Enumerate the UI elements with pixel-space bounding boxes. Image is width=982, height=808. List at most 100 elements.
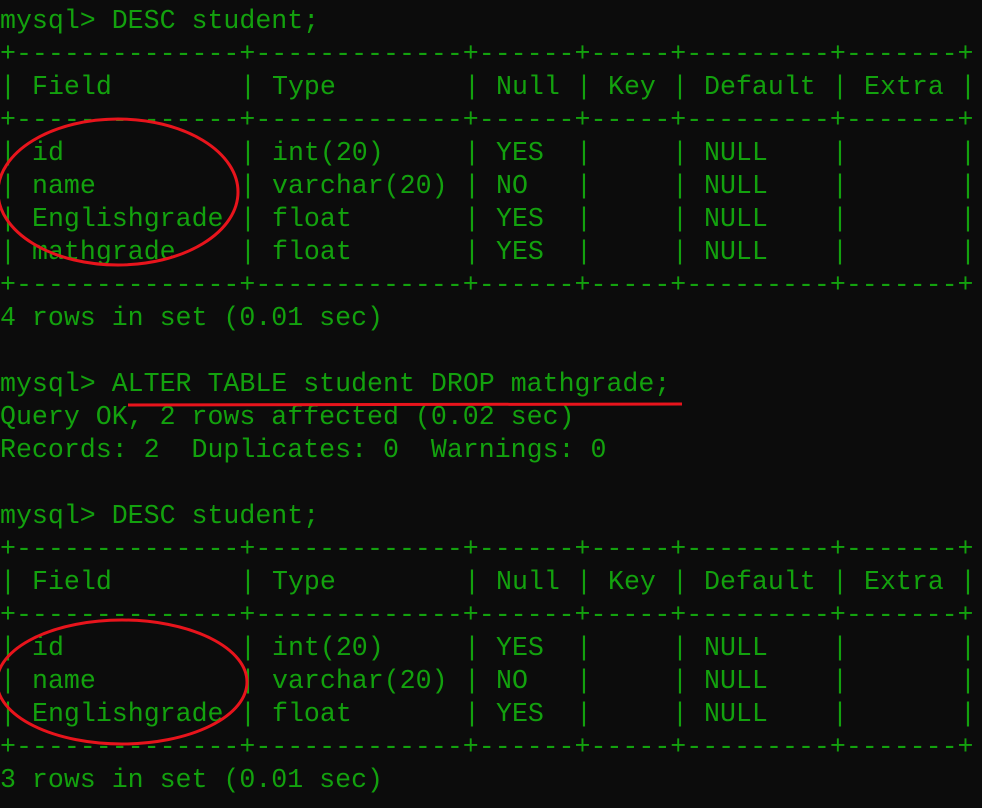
column-separator: | [240,171,256,201]
table-cell: NULL [704,633,768,663]
column-separator: | [240,204,256,234]
table-cell: Englishgrade [32,204,224,234]
column-separator: | [672,237,688,267]
table-cell: YES [496,138,544,168]
column-separator: | [960,204,976,234]
prompt: mysql> [0,501,112,531]
command-line: mysql> ALTER TABLE student DROP mathgrad… [0,368,982,401]
column-separator: | [832,138,848,168]
column-separator: | [672,138,688,168]
column-separator: | [832,204,848,234]
output-line: Query OK, 2 rows affected (0.02 sec) [0,402,575,432]
column-separator: | [464,699,480,729]
table-cell: varchar(20) [272,171,448,201]
table-cell: Field [32,567,112,597]
column-separator: | [960,171,976,201]
column-separator: | [464,72,480,102]
table-cell: Type [272,567,336,597]
column-separator: | [0,567,16,597]
table-border: +--------------+-------------+------+---… [0,39,974,69]
table-cell: name [32,666,96,696]
table-cell: Key [608,72,656,102]
column-separator: | [576,633,592,663]
column-separator: | [832,633,848,663]
column-separator: | [960,666,976,696]
table-cell: NULL [704,237,768,267]
column-separator: | [240,666,256,696]
table-cell: NULL [704,666,768,696]
table-border: +--------------+-------------+------+---… [0,600,974,630]
column-separator: | [464,237,480,267]
table-cell: int(20) [272,633,384,663]
column-separator: | [960,237,976,267]
column-separator: | [576,666,592,696]
table-row: | | | | | | | mathgrade float YES NULL [0,236,982,269]
column-separator: | [0,72,16,102]
table-row: | | | | | | | name varchar(20) NO NULL [0,170,982,203]
table-cell: YES [496,633,544,663]
table-cell: Key [608,567,656,597]
column-separator: | [464,204,480,234]
table-border: +--------------+-------------+------+---… [0,732,974,762]
table-cell: id [32,138,64,168]
command-text: DESC student; [111,501,320,531]
table-cell: varchar(20) [272,666,448,696]
column-separator: | [464,633,480,663]
table-row: | | | | | | | name varchar(20) NO NULL [0,665,982,698]
table-cell: int(20) [272,138,384,168]
column-separator: | [576,567,592,597]
table-cell: Field [32,72,112,102]
column-separator: | [960,138,976,168]
command-text: DESC student; [111,6,320,36]
table-cell: YES [496,699,544,729]
terminal-output: mysql> DESC student; +--------------+----… [0,5,982,797]
table-cell: Extra [864,72,944,102]
column-separator: | [576,204,592,234]
column-separator: | [576,699,592,729]
table-cell: float [272,699,352,729]
table-cell: float [272,237,352,267]
column-separator: | [672,567,688,597]
table-row: | | | | | | | id int(20) YES NULL [0,632,982,665]
column-separator: | [464,138,480,168]
column-separator: | [464,171,480,201]
column-separator: | [0,138,16,168]
column-separator: | [0,204,16,234]
prompt: mysql> [0,6,112,36]
table-cell: Default [704,72,816,102]
column-separator: | [576,171,592,201]
table-cell: float [272,204,352,234]
output-line: Records: 2 Duplicates: 0 Warnings: 0 [0,435,607,465]
table-cell: Null [496,567,560,597]
column-separator: | [960,699,976,729]
column-separator: | [240,138,256,168]
column-separator: | [960,567,976,597]
column-separator: | [576,138,592,168]
table-row: | | | | | | | Englishgrade float YES NULL [0,698,982,731]
column-separator: | [240,699,256,729]
table-border: +--------------+-------------+------+---… [0,534,974,564]
column-separator: | [464,666,480,696]
column-separator: | [672,72,688,102]
table-row: | | | | | | | id int(20) YES NULL [0,137,982,170]
column-separator: | [0,666,16,696]
table-border: +--------------+-------------+------+---… [0,105,974,135]
table-cell: id [32,633,64,663]
column-separator: | [0,633,16,663]
column-separator: | [672,204,688,234]
column-separator: | [240,237,256,267]
column-separator: | [832,699,848,729]
table-header-row: | | | | | | | Field Type Null Key Default Extra [0,71,982,104]
table-cell: YES [496,237,544,267]
column-separator: | [240,633,256,663]
column-separator: | [672,699,688,729]
column-separator: | [576,72,592,102]
column-separator: | [960,633,976,663]
table-cell: NO [496,171,528,201]
output-line: 4 rows in set (0.01 sec) [0,303,384,333]
column-separator: | [832,666,848,696]
column-separator: | [0,699,16,729]
table-cell: Null [496,72,560,102]
table-cell: NO [496,666,528,696]
